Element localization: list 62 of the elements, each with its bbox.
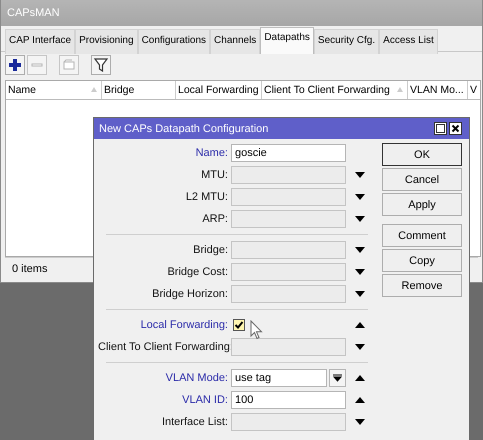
input-field[interactable] (231, 413, 346, 431)
filter-icon[interactable] (93, 57, 109, 73)
field-label: MTU: (200, 169, 228, 181)
up-arrow-icon[interactable] (355, 375, 365, 381)
down-arrow-icon[interactable] (355, 247, 365, 253)
down-arrow-icon[interactable] (355, 194, 365, 200)
input-field[interactable] (231, 338, 346, 356)
field-label: VLAN ID: (181, 394, 228, 406)
input-field[interactable] (231, 166, 346, 184)
column-header[interactable]: VLAN Mo... (408, 81, 468, 99)
tab[interactable]: Access List (379, 29, 438, 54)
field-label: Bridge Horizon: (151, 288, 228, 300)
field-label: Name: (194, 147, 228, 159)
dialog-button[interactable]: Cancel (382, 168, 462, 191)
tab[interactable]: Provisioning (75, 29, 138, 54)
dialog-button[interactable]: Remove (382, 274, 462, 297)
field-label: Bridge: (192, 244, 228, 256)
column-header[interactable]: Client To Client Forwarding (262, 81, 408, 99)
down-arrow-icon[interactable] (355, 344, 365, 350)
input-field[interactable] (231, 210, 346, 228)
up-arrow-icon[interactable] (355, 322, 365, 328)
field-label: VLAN Mode: (164, 372, 228, 384)
add-icon[interactable] (7, 57, 23, 73)
input-field[interactable] (231, 188, 346, 206)
column-header[interactable]: V (468, 81, 480, 99)
down-arrow-icon[interactable] (355, 291, 365, 297)
up-arrow-icon[interactable] (355, 397, 365, 403)
dropdown-field[interactable]: use tag (231, 369, 327, 387)
input-field[interactable]: goscie (231, 144, 346, 162)
down-arrow-icon[interactable] (355, 216, 365, 222)
field-label: L2 MTU: (184, 191, 228, 203)
close-icon[interactable] (449, 122, 462, 135)
down-arrow-icon[interactable] (355, 172, 365, 178)
field-label: Bridge Cost: (166, 266, 228, 278)
input-field[interactable] (231, 285, 346, 303)
dialog-title: New CAPs Datapath Configuration (99, 122, 268, 134)
checkbox[interactable] (233, 319, 245, 331)
tab[interactable]: Channels (210, 29, 260, 54)
down-arrow-icon[interactable] (355, 419, 365, 425)
column-header[interactable]: Bridge (102, 81, 176, 99)
dialog-button[interactable]: Apply (382, 193, 462, 216)
field-label: Interface List: (160, 416, 228, 428)
window-title: CAPsMAN (7, 7, 60, 19)
tab[interactable]: Datapaths (260, 27, 314, 54)
dropdown-icon[interactable] (333, 374, 342, 382)
field-label: ARP: (201, 213, 228, 225)
dialog-button[interactable]: Comment (382, 224, 462, 247)
maximize-icon[interactable] (434, 122, 447, 135)
tab[interactable]: Security Cfg. (314, 29, 380, 54)
column-header[interactable]: Local Forwarding (176, 81, 262, 99)
down-arrow-icon[interactable] (355, 269, 365, 275)
input-field[interactable]: 100 (231, 391, 346, 409)
tab[interactable]: Configurations (138, 29, 210, 54)
cursor-icon (250, 320, 263, 340)
tab[interactable]: CAP Interface (5, 29, 76, 54)
input-field[interactable] (231, 241, 346, 259)
column-header[interactable]: Name (6, 81, 102, 99)
dialog-button[interactable]: Copy (382, 249, 462, 272)
field-label: Local Forwarding: (140, 319, 228, 331)
input-field[interactable] (231, 263, 346, 281)
status-text: 0 items (12, 263, 48, 275)
dialog-button[interactable]: OK (382, 143, 462, 166)
